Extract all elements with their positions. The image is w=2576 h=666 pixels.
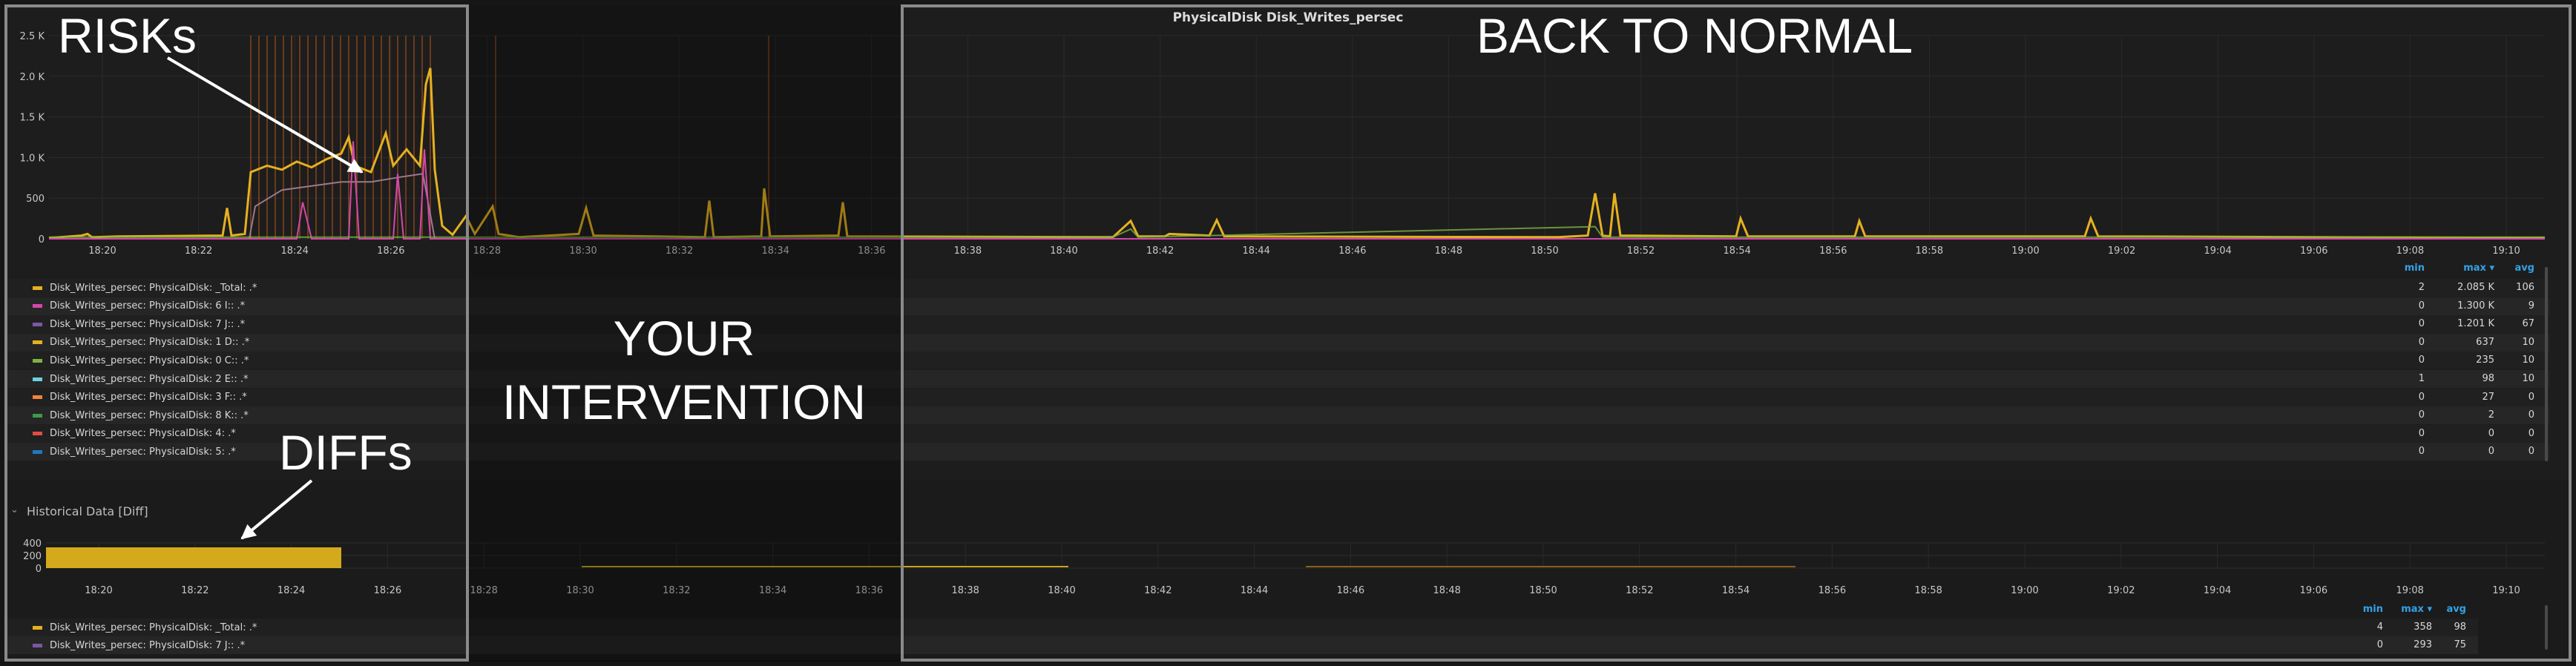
intervention-label-line2: INTERVENTION: [502, 374, 867, 429]
dashboard-frame: 2.5 K 2.0 K 1.5 K 1.0 K 500 0 18:20 18:22 18:24 1…: [0, 0, 2576, 666]
back-to-normal-highlight-box: [901, 4, 2572, 662]
risks-label: RISKs: [58, 8, 197, 63]
intervention-label-line1: YOUR: [613, 311, 755, 366]
diffs-label: DIFFs: [279, 425, 413, 480]
intervention-label: YOUR INTERVENTION: [490, 307, 878, 435]
risks-highlight-box: [4, 4, 469, 662]
back-to-normal-label: BACK TO NORMAL: [1476, 8, 1913, 63]
